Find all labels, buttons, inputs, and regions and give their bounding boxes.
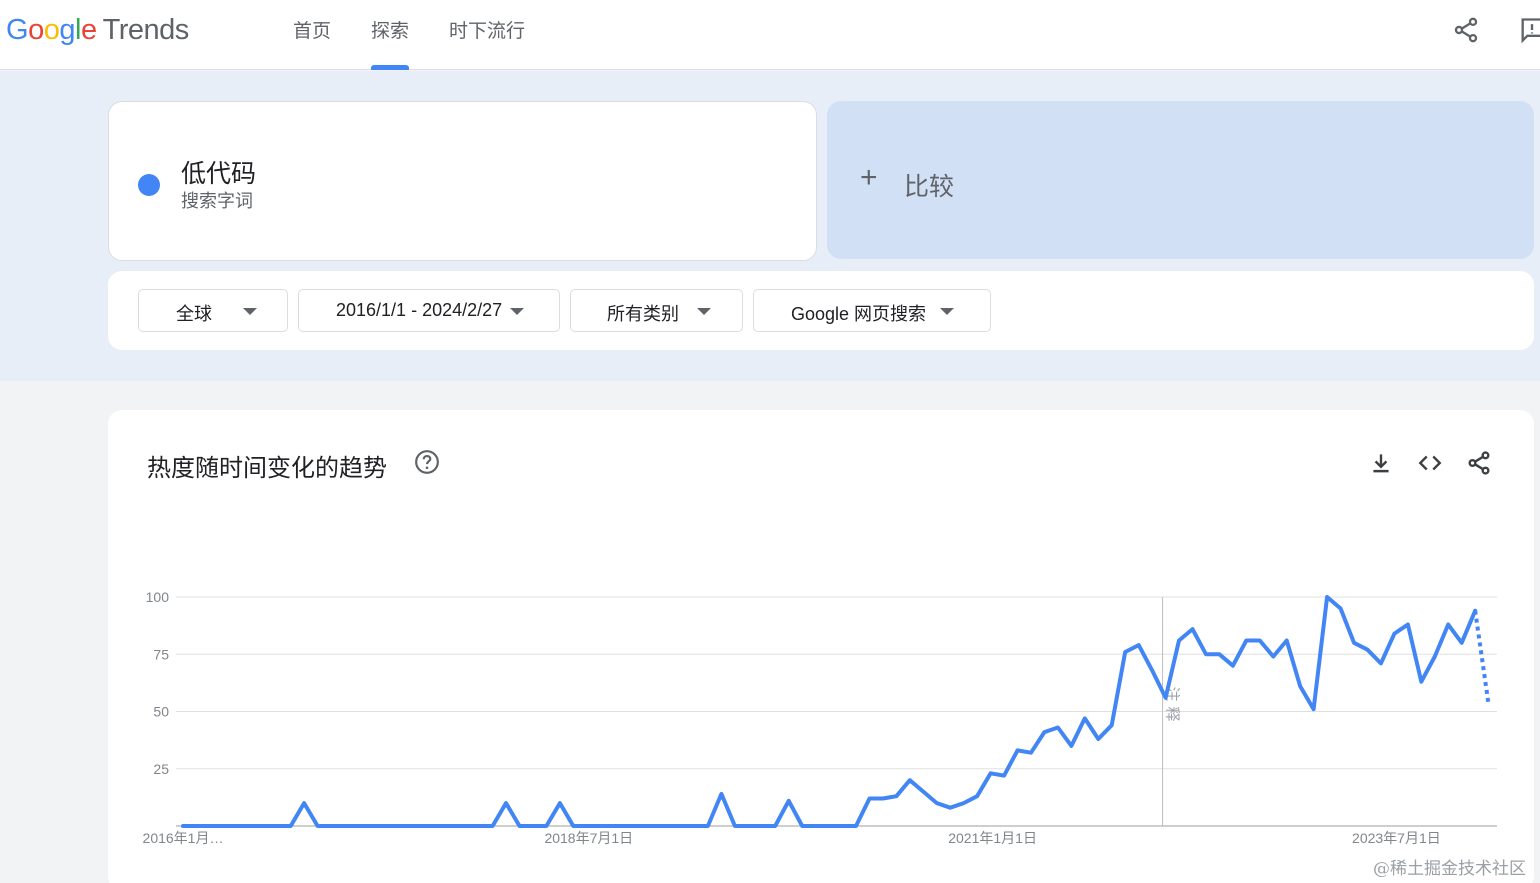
x-tick-label: 2021年1月1日 (948, 830, 1037, 846)
annotation-label: 释 (1164, 706, 1182, 721)
y-tick-label: 50 (153, 704, 169, 720)
watermark: @稀土掘金技术社区 (1373, 859, 1526, 879)
x-tick-label: 2016年1月… (143, 830, 224, 846)
y-tick-label: 75 (153, 646, 169, 662)
trend-line-chart[interactable]: 25 50 75 100 2016年1月… 2018年7月1日 2021年1月1日 2023年… (0, 0, 1540, 883)
partial-data-line (1473, 610, 1491, 705)
x-tick-label: 2018年7月1日 (544, 830, 633, 846)
y-tick-label: 25 (153, 761, 169, 777)
x-tick-label: 2023年7月1日 (1352, 830, 1441, 846)
y-tick-label: 100 (146, 589, 170, 605)
